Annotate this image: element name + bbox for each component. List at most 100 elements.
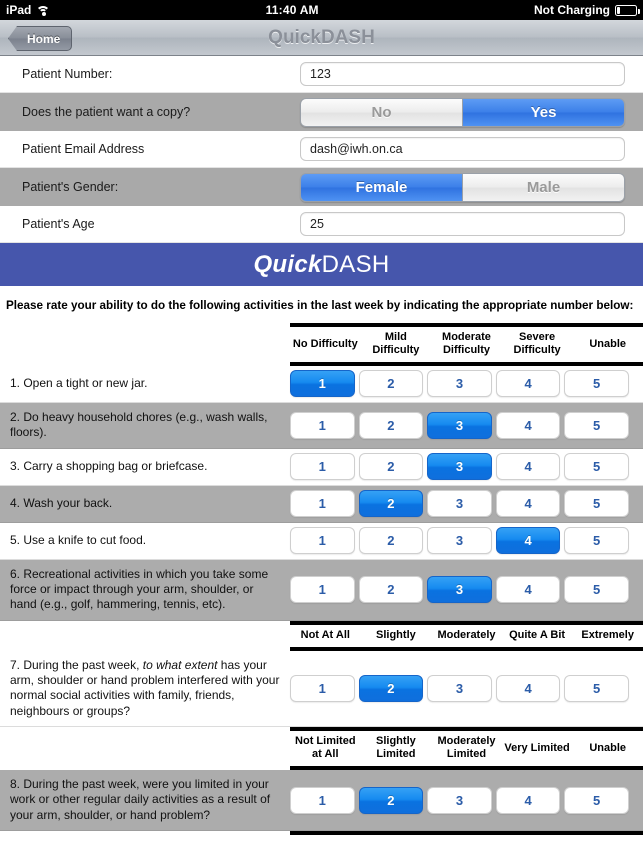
q3-option-1[interactable]: 1 [290,453,355,481]
header-spacer-3 [0,727,290,770]
scale-label-mild-difficulty: Mild Difficulty [372,331,420,356]
q6-option-4[interactable]: 4 [495,576,561,604]
patient-gender-segmented-control[interactable]: Female Male [300,172,625,202]
clock-label: 11:40 AM [265,3,319,17]
q4-option-5[interactable]: 5 [564,490,629,518]
quickdash-banner-text: QuickDASH [253,251,389,279]
limited-scale-header: Not Limited at All Slightly Limited Mode… [0,727,643,771]
q8-option-2[interactable]: 2 [358,786,424,814]
question-row-7: 7. During the past week, to what extent … [0,650,643,728]
q7-option-3[interactable]: 3 [427,674,492,702]
navigation-bar: Home QuickDASH [0,20,643,56]
question-row-2: 2. Do heavy household chores (e.g., wash… [0,402,643,449]
scale-label-not-at-all: Not At All [300,628,350,641]
q7-option-5[interactable]: 5 [564,674,629,702]
q7-option-1[interactable]: 1 [290,674,355,702]
q6-option-1[interactable]: 1 [290,576,355,604]
patient-age-label: Patient's Age [22,217,95,231]
q6-option-2[interactable]: 2 [358,576,424,604]
q2-option-1[interactable]: 1 [290,411,355,439]
limited-scale-cells: Not Limited at All Slightly Limited Mode… [290,727,643,771]
app-root: iPad 11:40 AM Not Charging Home QuickDAS… [0,0,643,857]
patient-copy-option-yes[interactable]: Yes [462,98,624,126]
scale-label-moderately: Moderately [437,628,496,641]
scale-label-quite-a-bit: Quite A Bit [509,628,566,641]
scale-label-severe-difficulty: Severe Difficulty [513,331,561,356]
question-row-4: 4. Wash your back. 1 2 3 4 5 [0,485,643,523]
scale-label-not-limited-at-all: Not Limited at All [295,735,356,761]
patient-age-input[interactable] [300,212,625,236]
patient-email-row: Patient Email Address [0,131,643,168]
patient-email-input[interactable] [300,137,625,161]
q5-option-3[interactable]: 3 [427,527,492,555]
scale-label-very-limited: Very Limited [504,741,570,754]
patient-gender-option-male[interactable]: Male [462,173,624,201]
difficulty-scale-cells: No Difficulty Mild Difficulty Moderate D… [290,323,643,366]
q6-option-3[interactable]: 3 [427,576,492,604]
q4-option-4[interactable]: 4 [495,490,561,518]
patient-age-field-wrap [300,212,643,236]
q5-option-2[interactable]: 2 [358,527,424,555]
q1-option-4[interactable]: 4 [495,370,561,398]
question-text-3: 3. Carry a shopping bag or briefcase. [10,459,208,473]
q4-option-2[interactable]: 2 [358,490,424,518]
question-options-6: 1 2 3 4 5 [290,576,643,604]
home-back-button[interactable]: Home [8,26,73,51]
patient-age-row: Patient's Age [0,206,643,243]
q5-option-1[interactable]: 1 [290,527,355,555]
scale-label-slightly: Slightly [376,628,416,641]
scale-label-slightly-limited: Slightly Limited [376,735,416,761]
patient-number-input[interactable] [300,62,625,86]
scale-label-unable: Unable [589,337,627,350]
question-text-8: 8. During the past week, were you limite… [10,777,271,822]
wifi-icon [36,5,51,16]
q5-option-4[interactable]: 4 [495,527,561,555]
battery-status-label: Not Charging [534,3,610,17]
page-title: QuickDASH [268,26,375,48]
q4-option-3[interactable]: 3 [427,490,492,518]
q1-option-2[interactable]: 2 [358,370,424,398]
q4-option-1[interactable]: 1 [290,490,355,518]
patient-copy-option-no[interactable]: No [301,98,462,126]
question-text-7: 7. During the past week, to what extent … [0,651,290,726]
patient-gender-label: Patient's Gender: [22,180,119,194]
question-row-6: 6. Recreational activities in which you … [0,559,643,621]
q3-option-2[interactable]: 2 [358,453,424,481]
question-row-1: 1. Open a tight or new jar. 1 2 3 4 5 [0,365,643,403]
question-text-5: 5. Use a knife to cut food. [10,533,147,547]
q8-option-3[interactable]: 3 [427,786,492,814]
q3-option-3[interactable]: 3 [427,453,492,481]
q7-option-4[interactable]: 4 [495,674,561,702]
patient-gender-option-female[interactable]: Female [301,173,462,201]
scale-label-extremely: Extremely [581,628,634,641]
q2-option-2[interactable]: 2 [358,411,424,439]
patient-gender-row: Patient's Gender: Female Male [0,168,643,206]
q1-option-1[interactable]: 1 [290,370,355,398]
patient-number-label: Patient Number: [22,67,113,81]
survey-table: No Difficulty Mild Difficulty Moderate D… [0,323,643,854]
q3-option-4[interactable]: 4 [495,453,561,481]
q1-option-5[interactable]: 5 [564,370,629,398]
q8-option-5[interactable]: 5 [564,786,629,814]
q7-option-2[interactable]: 2 [358,674,424,702]
q8-option-1[interactable]: 1 [290,786,355,814]
question-options-4: 1 2 3 4 5 [290,490,643,518]
patient-number-row: Patient Number: [0,56,643,93]
device-name-label: iPad [6,3,32,17]
battery-icon [615,4,640,16]
question-options-5: 1 2 3 4 5 [290,527,643,555]
q2-option-5[interactable]: 5 [564,411,629,439]
header-spacer-2 [0,621,290,651]
q6-option-5[interactable]: 5 [564,576,629,604]
q2-option-3[interactable]: 3 [427,411,492,439]
patient-copy-segmented-control[interactable]: No Yes [300,97,625,127]
question-text-6: 6. Recreational activities in which you … [10,566,269,612]
q3-option-5[interactable]: 5 [564,453,629,481]
question-row-5: 5. Use a knife to cut food. 1 2 3 4 5 [0,522,643,560]
bottom-left-spacer [0,831,290,854]
q8-option-4[interactable]: 4 [495,786,561,814]
question-options-1: 1 2 3 4 5 [290,370,643,398]
q2-option-4[interactable]: 4 [495,411,561,439]
q1-option-3[interactable]: 3 [427,370,492,398]
q5-option-5[interactable]: 5 [564,527,629,555]
